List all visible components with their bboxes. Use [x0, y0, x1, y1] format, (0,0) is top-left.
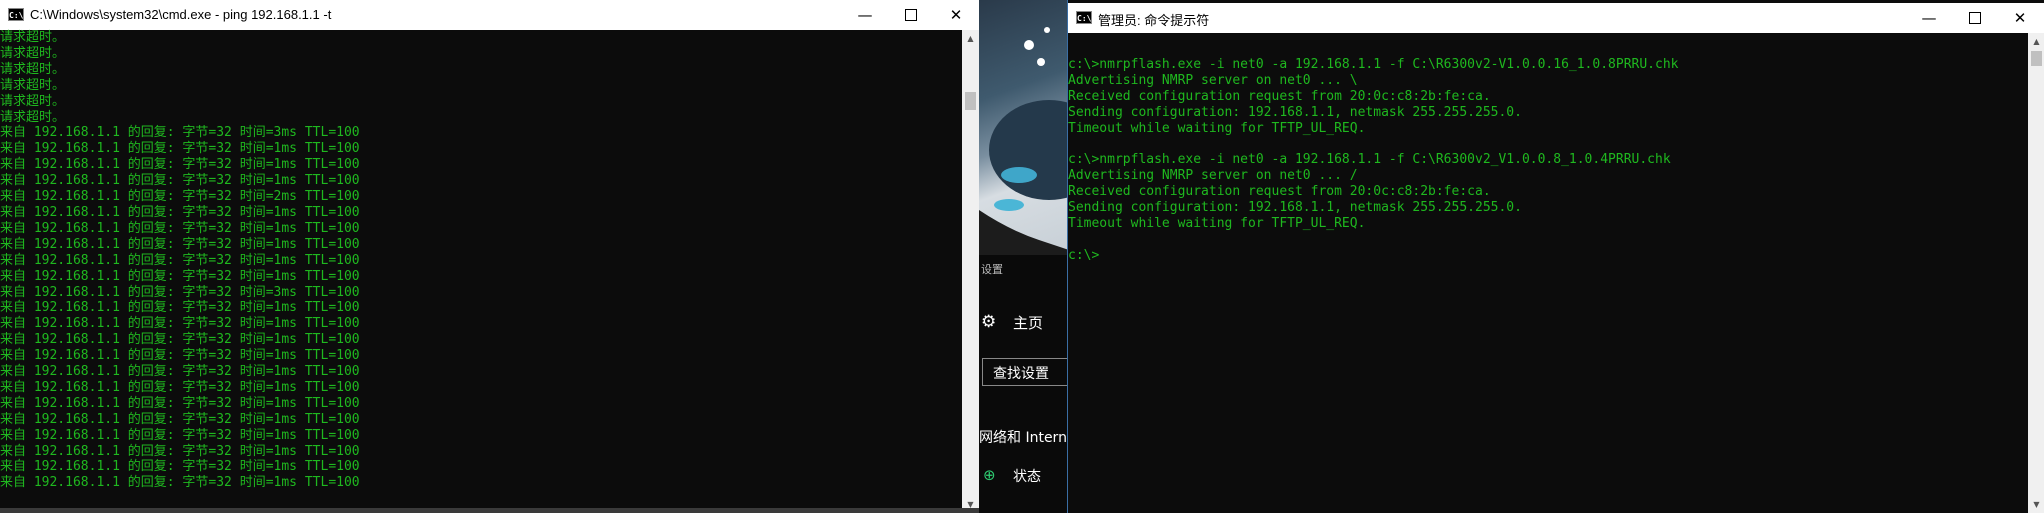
console-output[interactable]: 请求超时。 请求超时。 请求超时。 请求超时。 请求超时。 请求超时。 来自 192.168… [0, 30, 360, 491]
maximize-button[interactable] [1952, 3, 1998, 33]
console-line: 请求超时。 [0, 77, 66, 93]
console-line: 来自 192.168.1.1 的回复: 字节=32 时间=1ms TTL=100 [0, 348, 360, 364]
settings-window[interactable]: 设置 ⚙ 主页 查找设置 网络和 Intern ⊕ 状态 [979, 255, 1069, 513]
console-line: 来自 192.168.1.1 的回复: 字节=32 时间=1ms TTL=100 [0, 475, 360, 491]
taskbar-edge [0, 508, 979, 513]
cmd-window-admin[interactable]: C:\ 管理员: 命令提示符 — ✕ c:\>nmrpflash.exe -i … [1067, 0, 2044, 513]
console-line: 来自 192.168.1.1 的回复: 字节=32 时间=1ms TTL=100 [0, 204, 360, 220]
scroll-down-icon[interactable]: ▼ [2028, 496, 2044, 513]
console-line: c:\>nmrpflash.exe -i net0 -a 192.168.1.1… [1068, 56, 1679, 72]
console-line: 来自 192.168.1.1 的回复: 字节=32 时间=1ms TTL=100 [0, 220, 360, 236]
console-line: 请求超时。 [0, 30, 66, 45]
status-label: 状态 [1013, 469, 1041, 485]
close-button[interactable]: ✕ [1997, 3, 2043, 33]
titlebar[interactable]: C:\ 管理员: 命令提示符 — ✕ [1068, 3, 2044, 33]
console-output[interactable]: c:\>nmrpflash.exe -i net0 -a 192.168.1.1… [1068, 41, 1678, 264]
console-line: 来自 192.168.1.1 的回复: 字节=32 时间=1ms TTL=100 [0, 459, 360, 475]
maximize-button[interactable] [888, 0, 934, 30]
console-line: 来自 192.168.1.1 的回复: 字节=32 时间=1ms TTL=100 [0, 268, 360, 284]
console-line: 请求超时。 [0, 61, 66, 77]
vertical-scrollbar[interactable]: ▲ ▼ [962, 30, 979, 513]
close-icon: ✕ [949, 6, 963, 24]
window-title: 管理员: 命令提示符 [1098, 13, 1210, 28]
console-line: 来自 192.168.1.1 的回复: 字节=32 时间=1ms TTL=100 [0, 316, 360, 332]
console-line: 来自 192.168.1.1 的回复: 字节=32 时间=3ms TTL=100 [0, 284, 360, 300]
cmd-window-ping[interactable]: C:\ C:\Windows\system32\cmd.exe - ping 1… [0, 0, 979, 513]
console-line: 来自 192.168.1.1 的回复: 字节=32 时间=2ms TTL=100 [0, 189, 360, 205]
console-line: 请求超时。 [0, 93, 66, 109]
console-line: 来自 192.168.1.1 的回复: 字节=32 时间=1ms TTL=100 [0, 332, 360, 348]
home-label: 主页 [1013, 314, 1044, 332]
wallpaper-art [979, 27, 1069, 255]
console-line: c:\> [1068, 247, 1100, 263]
console-line: 来自 192.168.1.1 的回复: 字节=32 时间=1ms TTL=100 [0, 300, 360, 316]
console-line: c:\>nmrpflash.exe -i net0 -a 192.168.1.1… [1068, 152, 1671, 168]
console-line: 来自 192.168.1.1 的回复: 字节=32 时间=1ms TTL=100 [0, 443, 360, 459]
minimize-icon: — [1921, 9, 1937, 27]
cmd-app-icon: C:\ [1076, 11, 1092, 24]
console-line: 来自 192.168.1.1 的回复: 字节=32 时间=1ms TTL=100 [0, 236, 360, 252]
scroll-thumb[interactable] [965, 92, 976, 110]
console-line: Sending configuration: 192.168.1.1, netm… [1068, 104, 1522, 120]
scroll-up-icon[interactable]: ▲ [962, 30, 979, 47]
console-line: 来自 192.168.1.1 的回复: 字节=32 时间=1ms TTL=100 [0, 364, 360, 380]
settings-header: 设置 [981, 263, 1003, 276]
console-line: 来自 192.168.1.1 的回复: 字节=32 时间=1ms TTL=100 [0, 252, 360, 268]
console-line: Received configuration request from 20:0… [1068, 88, 1491, 104]
vertical-scrollbar[interactable]: ▲ ▼ [2028, 33, 2044, 513]
console-line: 请求超时。 [0, 109, 66, 125]
console-line: Advertising NMRP server on net0 ... / [1068, 168, 1358, 184]
console-line: 来自 192.168.1.1 的回复: 字节=32 时间=1ms TTL=100 [0, 395, 360, 411]
console-line: 来自 192.168.1.1 的回复: 字节=32 时间=1ms TTL=100 [0, 379, 360, 395]
globe-icon: ⊕ [983, 466, 996, 484]
network-category-label: 网络和 Intern [979, 430, 1067, 446]
console-line: 来自 192.168.1.1 的回复: 字节=32 时间=1ms TTL=100 [0, 141, 360, 157]
background-wallpaper [979, 0, 1069, 255]
scroll-thumb[interactable] [2031, 51, 2042, 66]
console-line: Received configuration request from 20:0… [1068, 184, 1491, 200]
titlebar[interactable]: C:\ C:\Windows\system32\cmd.exe - ping 1… [0, 0, 979, 30]
console-line: 来自 192.168.1.1 的回复: 字节=32 时间=1ms TTL=100 [0, 173, 360, 189]
console-line: 来自 192.168.1.1 的回复: 字节=32 时间=3ms TTL=100 [0, 125, 360, 141]
cmd-app-icon: C:\ [8, 8, 24, 21]
console-line: Timeout while waiting for TFTP_UL_REQ. [1068, 215, 1366, 231]
minimize-button[interactable]: — [842, 0, 888, 30]
console-line: Timeout while waiting for TFTP_UL_REQ. [1068, 120, 1366, 136]
gear-icon: ⚙ [981, 312, 997, 332]
close-button[interactable]: ✕ [933, 0, 979, 30]
window-title: C:\Windows\system32\cmd.exe - ping 192.1… [30, 7, 332, 22]
console-line: 请求超时。 [0, 45, 66, 61]
console-line: Advertising NMRP server on net0 ... \ [1068, 72, 1358, 88]
minimize-button[interactable]: — [1906, 3, 1952, 33]
minimize-icon: — [857, 6, 873, 24]
console-line: 来自 192.168.1.1 的回复: 字节=32 时间=1ms TTL=100 [0, 427, 360, 443]
console-line: 来自 192.168.1.1 的回复: 字节=32 时间=1ms TTL=100 [0, 411, 360, 427]
maximize-icon [905, 9, 917, 21]
scroll-up-icon[interactable]: ▲ [2028, 33, 2044, 50]
console-line: 来自 192.168.1.1 的回复: 字节=32 时间=1ms TTL=100 [0, 157, 360, 173]
settings-search-input[interactable]: 查找设置 [982, 358, 1069, 386]
maximize-icon [1969, 12, 1981, 24]
close-icon: ✕ [2013, 9, 2027, 27]
console-line: Sending configuration: 192.168.1.1, netm… [1068, 200, 1522, 216]
